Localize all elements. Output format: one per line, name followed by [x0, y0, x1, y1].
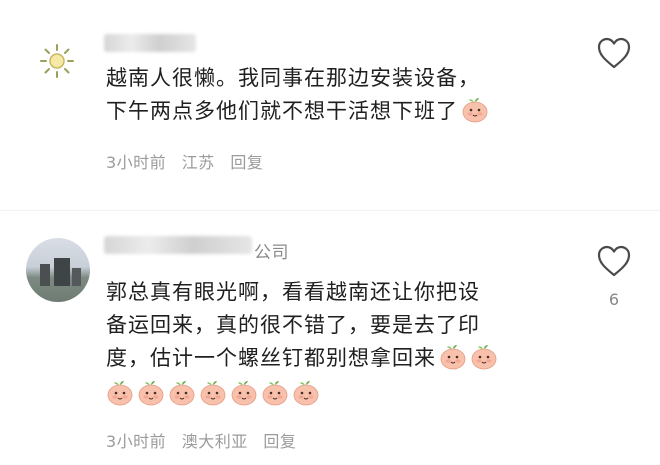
comment-text-line: 越南人很懒。我同事在那边安装设备，	[106, 66, 480, 90]
comment-text-line: 郭总真有眼光啊，看看越南还让你把设	[106, 280, 480, 304]
comment-time: 3小时前	[106, 153, 167, 172]
heart-outline-icon[interactable]	[596, 36, 632, 70]
comment-text-line: 下午两点多他们就不想干活想下班了	[106, 95, 576, 128]
comment-text: 越南人很懒。我同事在那边安装设备， 下午两点多他们就不想干活想下班了	[106, 62, 576, 128]
peach-face-emoji	[137, 380, 165, 406]
comment-time: 3小时前	[106, 432, 167, 451]
peach-face-emoji	[261, 380, 289, 406]
peach-face-emoji	[470, 344, 498, 370]
comment-text-line: 备运回来，真的很不错了，要是去了印	[106, 313, 480, 337]
comment-location: 澳大利亚	[181, 432, 248, 451]
comment-text: 郭总真有眼光啊，看看越南还让你把设 备运回来，真的很不错了，要是去了印 度，估计…	[106, 276, 576, 411]
peach-face-emoji	[230, 380, 258, 406]
username-blurred[interactable]	[104, 236, 252, 254]
comment-meta: 3小时前 澳大利亚 回复	[106, 428, 306, 452]
divider	[0, 210, 660, 211]
comment-location: 江苏	[181, 153, 215, 172]
peach-face-emoji	[439, 344, 467, 370]
peach-face-emoji	[168, 380, 196, 406]
peach-face-emoji	[461, 97, 489, 123]
peach-face-emoji	[199, 380, 227, 406]
comment-text-line: 度，估计一个螺丝钉都别想拿回来	[106, 342, 576, 375]
comment-meta: 3小时前 江苏 回复	[106, 149, 273, 173]
reply-button[interactable]: 回复	[263, 432, 296, 451]
sun-icon[interactable]	[38, 42, 76, 80]
username-suffix: 公司	[254, 243, 289, 263]
peach-face-emoji	[292, 380, 320, 406]
emoji-row	[106, 378, 576, 411]
like-count: 6	[608, 290, 620, 309]
reply-button[interactable]: 回复	[230, 153, 263, 172]
comment-item: 越南人很懒。我同事在那边安装设备， 下午两点多他们就不想干活想下班了 3小时前 …	[0, 0, 660, 210]
peach-face-emoji	[106, 380, 134, 406]
heart-outline-icon[interactable]	[596, 244, 632, 278]
avatar[interactable]	[26, 238, 90, 302]
username-blurred[interactable]	[104, 34, 196, 52]
